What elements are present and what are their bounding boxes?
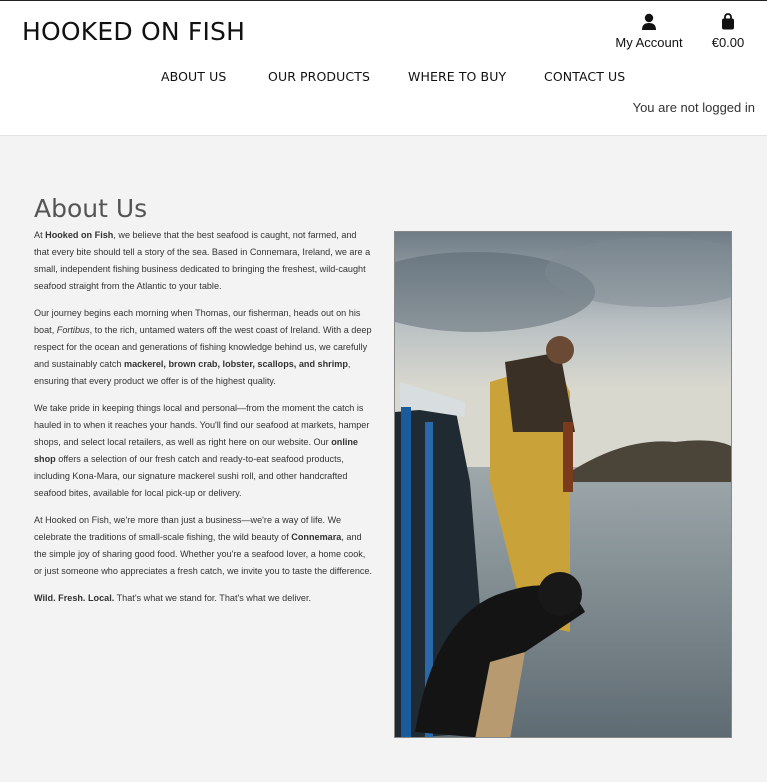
site-header: HOOKED ON FISH My Account €0.00 ABOUT US… xyxy=(0,1,767,136)
cart-link[interactable]: €0.00 xyxy=(706,13,750,50)
main-nav: ABOUT US OUR PRODUCTS WHERE TO BUY CONTA… xyxy=(0,69,767,89)
login-status: You are not logged in xyxy=(632,100,755,115)
site-logo[interactable]: HOOKED ON FISH xyxy=(22,17,245,46)
about-paragraph-1: At Hooked on Fish, we believe that the b… xyxy=(34,230,371,291)
about-paragraph-3: We take pride in keeping things local an… xyxy=(34,403,370,498)
nav-where-to-buy[interactable]: WHERE TO BUY xyxy=(408,69,506,84)
my-account-label: My Account xyxy=(615,35,683,50)
user-icon xyxy=(612,13,686,31)
cart-total: €0.00 xyxy=(711,35,745,50)
nav-our-products[interactable]: OUR PRODUCTS xyxy=(268,69,370,84)
about-paragraph-5: Wild. Fresh. Local. That's what we stand… xyxy=(34,593,311,603)
about-copy: At Hooked on Fish, we believe that the b… xyxy=(34,227,374,617)
about-paragraph-2: Our journey begins each morning when Tho… xyxy=(34,308,372,386)
about-paragraph-4: At Hooked on Fish, we're more than just … xyxy=(34,515,373,576)
my-account-link[interactable]: My Account xyxy=(612,13,686,50)
nav-contact-us[interactable]: CONTACT US xyxy=(544,69,625,84)
shopping-bag-icon xyxy=(706,13,750,31)
fisherman-photo xyxy=(394,231,732,738)
page-title: About Us xyxy=(34,193,148,223)
nav-about-us[interactable]: ABOUT US xyxy=(161,69,226,84)
